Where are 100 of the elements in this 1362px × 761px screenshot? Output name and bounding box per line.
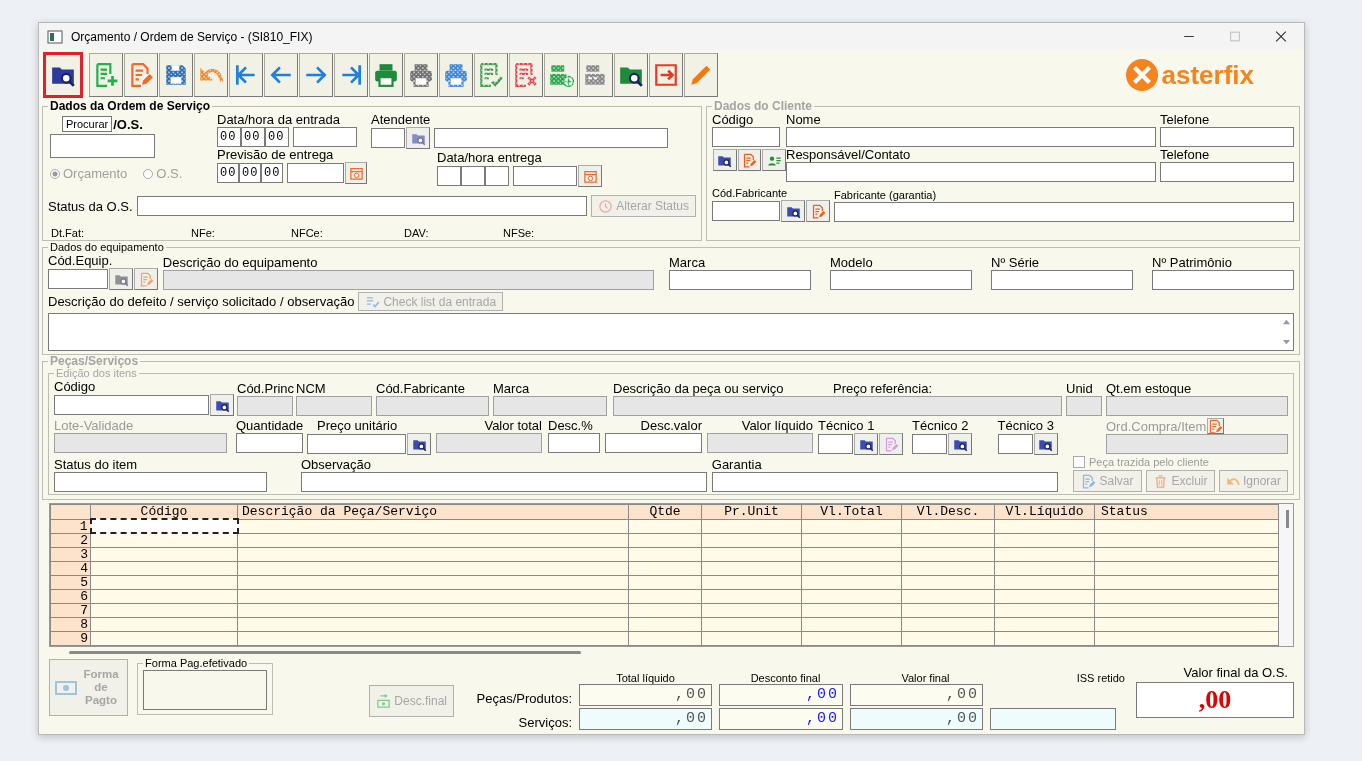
search-button[interactable] bbox=[407, 433, 431, 455]
contact-field[interactable] bbox=[786, 162, 1156, 182]
column-header[interactable]: Vl.Líquido bbox=[994, 504, 1095, 519]
column-label: Desconto final bbox=[749, 671, 822, 685]
field-label: Data/hora da entrada bbox=[217, 112, 340, 127]
final-value-field[interactable]: ,00 bbox=[1136, 682, 1294, 718]
edit-button[interactable] bbox=[737, 149, 762, 171]
edit-button[interactable] bbox=[1207, 418, 1225, 434]
total-field[interactable]: ,00 bbox=[850, 684, 983, 706]
equipment-code-field[interactable] bbox=[48, 269, 108, 289]
technician-field[interactable] bbox=[912, 434, 947, 454]
brand-field[interactable] bbox=[669, 270, 811, 290]
phone-field[interactable] bbox=[1160, 162, 1294, 182]
search-button[interactable] bbox=[210, 394, 234, 416]
total-field[interactable] bbox=[436, 433, 542, 453]
item-code-field[interactable] bbox=[54, 395, 209, 415]
edit-button[interactable] bbox=[134, 268, 158, 290]
stock-field[interactable] bbox=[1106, 396, 1288, 416]
toolbar-button[interactable] bbox=[614, 53, 648, 97]
time-field[interactable]: 00 bbox=[265, 127, 289, 147]
time-field[interactable] bbox=[461, 166, 485, 186]
column-header[interactable]: Descrição da Peça/Serviço bbox=[237, 504, 629, 519]
unit-price-field[interactable] bbox=[307, 434, 406, 454]
time-field[interactable]: 00 bbox=[217, 127, 241, 147]
contact-button[interactable] bbox=[762, 149, 786, 171]
column-header[interactable]: Vl.Desc. bbox=[901, 504, 995, 519]
defect-text-area[interactable] bbox=[48, 313, 1294, 351]
search-button[interactable] bbox=[854, 433, 878, 455]
quantity-field[interactable] bbox=[236, 433, 303, 453]
time-field[interactable]: 00 bbox=[217, 163, 239, 183]
search-button[interactable] bbox=[713, 149, 737, 171]
edit-button[interactable] bbox=[879, 433, 903, 455]
model-field[interactable] bbox=[830, 270, 972, 290]
payment-list[interactable] bbox=[143, 670, 268, 710]
equipment-description-field[interactable] bbox=[162, 270, 654, 290]
total-field[interactable]: ,00 bbox=[579, 684, 712, 706]
lot-field[interactable] bbox=[54, 433, 227, 453]
total-field[interactable]: ,00 bbox=[850, 708, 983, 730]
purchase-order-field[interactable] bbox=[1106, 434, 1288, 454]
client-code-field[interactable] bbox=[712, 127, 780, 147]
up-arrow-icon[interactable] bbox=[1281, 318, 1291, 325]
down-arrow-icon[interactable] bbox=[1281, 339, 1291, 346]
column-header[interactable]: Qtde bbox=[628, 504, 702, 519]
section-title: Peças/Serviços bbox=[49, 356, 140, 367]
order-number-field[interactable] bbox=[50, 134, 155, 158]
scrollbar[interactable] bbox=[1279, 504, 1293, 646]
scrollbar[interactable] bbox=[69, 651, 581, 654]
note-field[interactable] bbox=[300, 472, 707, 492]
item-description-field[interactable] bbox=[613, 396, 1062, 416]
maker-field[interactable] bbox=[834, 202, 1294, 222]
status-field[interactable] bbox=[136, 196, 588, 216]
maker-code-field[interactable] bbox=[712, 201, 780, 221]
technician-field[interactable] bbox=[997, 434, 1033, 454]
attendant-name-field[interactable] bbox=[434, 128, 668, 148]
field-label: Garantia bbox=[711, 457, 763, 472]
maker-code-field[interactable] bbox=[376, 396, 489, 416]
column-header[interactable]: Código bbox=[90, 504, 238, 519]
table-cell[interactable] bbox=[90, 533, 238, 548]
calendar-button[interactable] bbox=[345, 162, 367, 184]
time-field[interactable]: 00 bbox=[260, 163, 283, 183]
total-field[interactable]: ,00 bbox=[719, 684, 843, 706]
date-field[interactable] bbox=[286, 163, 345, 183]
field-label: Quantidade bbox=[236, 418, 303, 433]
search-button[interactable] bbox=[948, 433, 972, 455]
total-field[interactable]: ,00 bbox=[579, 708, 712, 730]
search-button[interactable] bbox=[781, 200, 805, 222]
brand-field[interactable] bbox=[493, 396, 607, 416]
column-header[interactable]: Vl.Total bbox=[801, 504, 902, 519]
time-field[interactable] bbox=[437, 166, 461, 186]
technician-field[interactable] bbox=[818, 434, 853, 454]
ncm-field[interactable] bbox=[296, 396, 372, 416]
item-status-field[interactable] bbox=[54, 472, 267, 492]
date-field[interactable] bbox=[513, 166, 577, 186]
calendar-button[interactable] bbox=[578, 165, 602, 187]
column-header[interactable]: Status bbox=[1094, 504, 1279, 519]
total-field[interactable]: ,00 bbox=[719, 708, 843, 730]
field-label: Lote-Validade bbox=[54, 418, 135, 433]
field-label: Qt.em estoque bbox=[1106, 381, 1193, 396]
date-field[interactable] bbox=[293, 127, 357, 147]
time-field[interactable] bbox=[485, 166, 509, 186]
net-value-field[interactable] bbox=[707, 433, 813, 453]
section-title: Edição dos itens bbox=[56, 367, 137, 379]
search-button[interactable] bbox=[1033, 433, 1058, 455]
unit-field[interactable] bbox=[1066, 396, 1102, 416]
table-cell[interactable] bbox=[90, 519, 238, 533]
discount-percent-field[interactable] bbox=[548, 433, 600, 453]
phone-field[interactable] bbox=[1160, 127, 1294, 147]
client-name-field[interactable] bbox=[786, 127, 1156, 147]
column-header[interactable]: Pr.Unit bbox=[701, 504, 802, 519]
time-field[interactable]: 00 bbox=[241, 127, 265, 147]
iss-field[interactable] bbox=[990, 708, 1116, 730]
edit-button[interactable] bbox=[806, 200, 830, 222]
discount-value-field[interactable] bbox=[605, 433, 702, 453]
toolbar-button[interactable] bbox=[43, 52, 83, 98]
asset-number-field[interactable] bbox=[1152, 270, 1294, 290]
warranty-field[interactable] bbox=[711, 472, 1058, 492]
time-field[interactable]: 00 bbox=[239, 163, 261, 183]
attendant-code-field[interactable] bbox=[371, 128, 405, 148]
serial-field[interactable] bbox=[991, 270, 1133, 290]
main-code-field[interactable] bbox=[237, 396, 293, 416]
